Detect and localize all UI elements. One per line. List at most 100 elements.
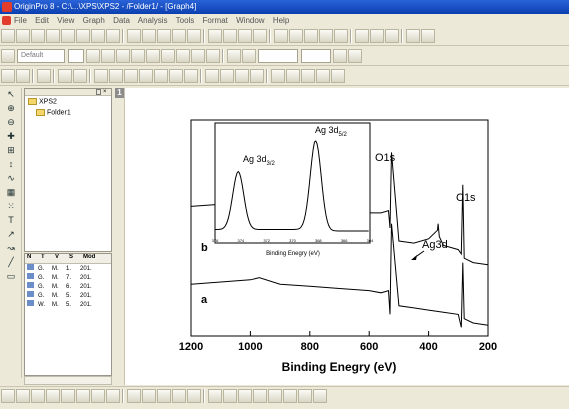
menu-tools[interactable]: Tools — [176, 16, 195, 25]
import-wizard-icon[interactable] — [157, 29, 171, 43]
export-icon[interactable] — [253, 29, 267, 43]
line-style-combo[interactable] — [258, 49, 298, 63]
command-window-icon[interactable] — [319, 29, 333, 43]
font-combo[interactable]: Default — [17, 49, 65, 63]
rescale-icon[interactable] — [1, 69, 15, 83]
script-window-icon[interactable] — [304, 29, 318, 43]
rectangle-tool-icon[interactable]: ▭ — [4, 270, 18, 283]
tree-folder[interactable]: Folder1 — [36, 109, 71, 116]
column-modified[interactable]: Mod — [81, 254, 101, 260]
close-icon[interactable]: × — [103, 89, 109, 95]
align-bottom-icon[interactable] — [253, 389, 267, 403]
add-left-y-icon[interactable] — [109, 69, 123, 83]
zoom-whole-icon[interactable] — [16, 69, 30, 83]
menu-data[interactable]: Data — [113, 16, 130, 25]
new-function-icon[interactable] — [61, 29, 75, 43]
front-icon[interactable] — [298, 389, 312, 403]
column-size[interactable]: S — [67, 254, 81, 260]
zoom-in-icon[interactable]: ⊕ — [4, 102, 18, 115]
add-color-scale-icon[interactable] — [220, 69, 234, 83]
plot-symbol-icon[interactable] — [301, 69, 315, 83]
menu-file[interactable]: File — [14, 16, 27, 25]
arrange-layers-icon[interactable] — [73, 69, 87, 83]
list-item[interactable]: G. M. 7. 201. — [25, 273, 111, 282]
polar-icon[interactable] — [172, 389, 186, 403]
graph-canvas[interactable]: a b O1s C1s Ag3d 1200 1000 800 600 400 200 Bi… — [113, 88, 569, 385]
list-item[interactable]: W. M. 5. 201. — [25, 300, 111, 309]
plot-style-icon[interactable] — [271, 69, 285, 83]
contour-plot-icon[interactable] — [91, 389, 105, 403]
project-explorer-icon[interactable] — [274, 29, 288, 43]
pie-plot-icon[interactable] — [76, 389, 90, 403]
plot-line-icon[interactable] — [331, 69, 345, 83]
save-icon[interactable] — [172, 29, 186, 43]
column-plot-icon[interactable] — [46, 389, 60, 403]
import-icon[interactable] — [142, 29, 156, 43]
align-top-icon[interactable] — [238, 389, 252, 403]
new-graph-icon[interactable] — [31, 29, 45, 43]
ungroup-icon[interactable] — [283, 389, 297, 403]
text-tool-icon[interactable] — [1, 49, 15, 63]
add-xy-icon[interactable] — [154, 69, 168, 83]
line-plot-icon[interactable] — [1, 389, 15, 403]
results-log-icon[interactable] — [289, 29, 303, 43]
data-reader-icon[interactable]: ⊞ — [4, 144, 18, 157]
tree-root[interactable]: XPS2 — [28, 98, 57, 105]
group-icon[interactable] — [268, 389, 282, 403]
screen-reader-icon[interactable]: ✚ — [4, 130, 18, 143]
plot-color-icon[interactable] — [286, 69, 300, 83]
add-top-x-icon[interactable] — [124, 69, 138, 83]
font-color-icon[interactable] — [206, 49, 220, 63]
line-color-icon[interactable] — [242, 49, 256, 63]
surface-plot-icon[interactable] — [106, 389, 120, 403]
date-time-icon[interactable] — [235, 69, 249, 83]
menu-format[interactable]: Format — [203, 16, 228, 25]
add-inset-data-icon[interactable] — [184, 69, 198, 83]
superscript-icon[interactable] — [131, 49, 145, 63]
column-view[interactable]: V — [53, 254, 67, 260]
save-template-icon[interactable] — [187, 29, 201, 43]
add-right-y-icon[interactable] — [139, 69, 153, 83]
zoom-out-icon[interactable]: ⊖ — [4, 116, 18, 129]
align-left-icon[interactable] — [208, 389, 222, 403]
add-graph-icon[interactable] — [421, 29, 435, 43]
mask-icon[interactable]: ▦ — [4, 186, 18, 199]
plot-size-icon[interactable] — [316, 69, 330, 83]
underline-icon[interactable] — [116, 49, 130, 63]
curved-arrow-icon[interactable]: ↝ — [4, 242, 18, 255]
list-item[interactable]: G. M. 5. 201. — [25, 291, 111, 300]
italic-icon[interactable] — [101, 49, 115, 63]
menu-graph[interactable]: Graph — [83, 16, 105, 25]
cut-icon[interactable] — [355, 29, 369, 43]
menu-view[interactable]: View — [57, 16, 74, 25]
new-matrix-icon[interactable] — [46, 29, 60, 43]
menu-edit[interactable]: Edit — [35, 16, 49, 25]
list-item[interactable]: G. M. 1. 201. — [25, 264, 111, 273]
arrow-tool-icon[interactable]: ↗ — [4, 228, 18, 241]
timer-icon[interactable] — [250, 69, 264, 83]
menu-window[interactable]: Window — [236, 16, 264, 25]
column-type[interactable]: T — [39, 254, 53, 260]
add-table-icon[interactable] — [205, 69, 219, 83]
duplicate-icon[interactable] — [238, 29, 252, 43]
document-icon[interactable] — [2, 16, 11, 25]
ternary-icon[interactable] — [187, 389, 201, 403]
explorer-scrollbar[interactable] — [24, 376, 112, 385]
draw-data-icon[interactable]: ∿ — [4, 172, 18, 185]
open-template-icon[interactable] — [127, 29, 141, 43]
align-right-icon[interactable] — [223, 389, 237, 403]
bold-icon[interactable] — [86, 49, 100, 63]
histogram-icon[interactable] — [157, 389, 171, 403]
statistics-icon[interactable] — [127, 389, 141, 403]
back-icon[interactable] — [313, 389, 327, 403]
layer-icon[interactable] — [37, 69, 51, 83]
line-symbol-icon[interactable] — [31, 389, 45, 403]
paste-icon[interactable] — [385, 29, 399, 43]
new-project-icon[interactable] — [1, 29, 15, 43]
box-chart-icon[interactable] — [142, 389, 156, 403]
menu-help[interactable]: Help — [273, 16, 289, 25]
data-selector-icon[interactable]: ↕ — [4, 158, 18, 171]
new-layout-icon[interactable] — [76, 29, 90, 43]
layer-number[interactable]: 1 — [115, 88, 124, 98]
menu-analysis[interactable]: Analysis — [138, 16, 168, 25]
